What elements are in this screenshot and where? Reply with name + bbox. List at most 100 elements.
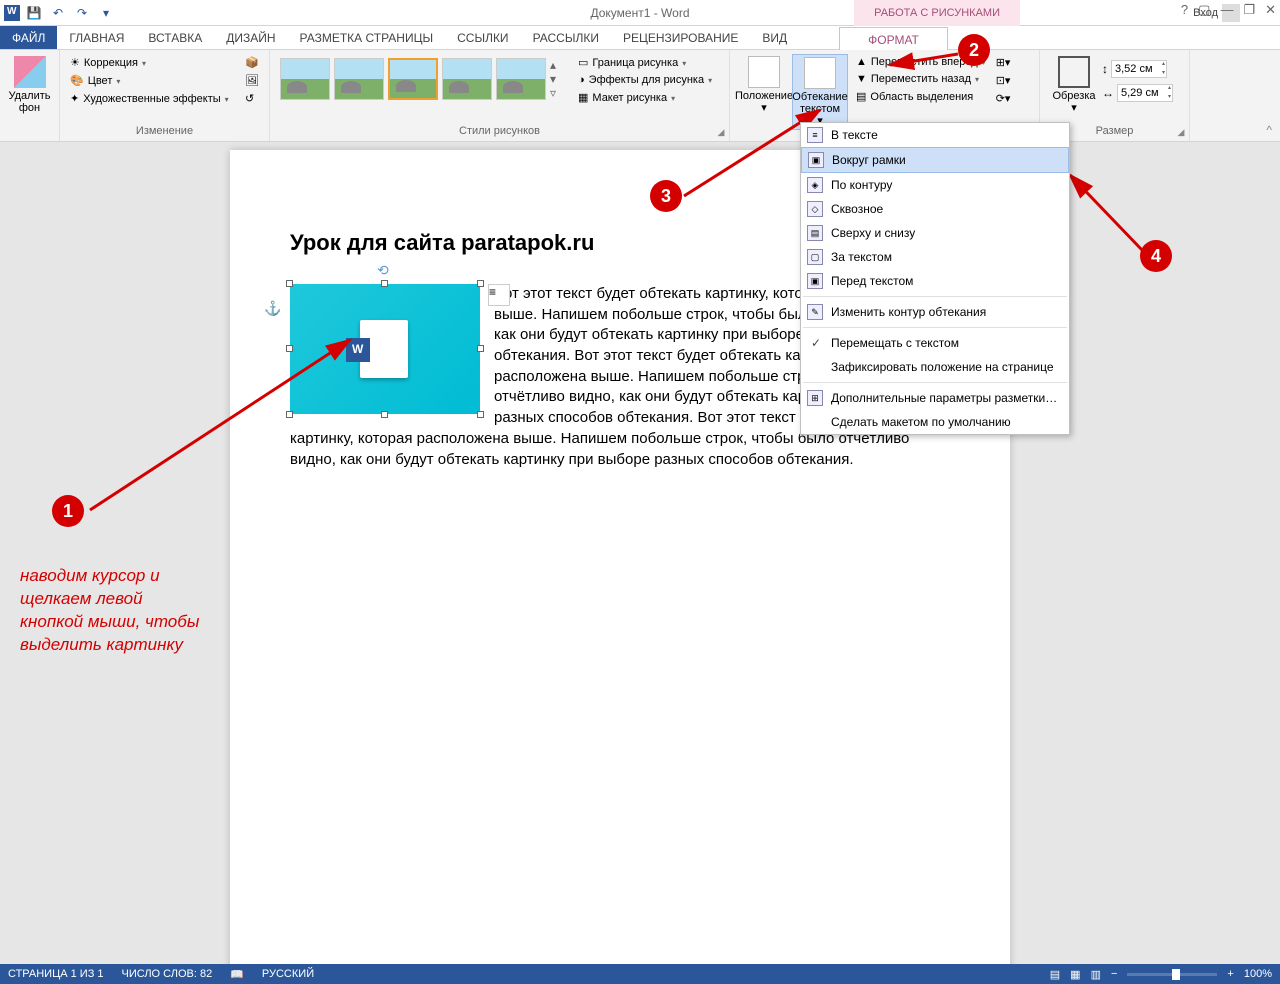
annotation-badge-1: 1 — [52, 495, 84, 527]
gallery-more-icon[interactable]: ▿ — [550, 86, 564, 100]
proofing-icon[interactable]: 📖 — [230, 968, 244, 981]
qat-customize-icon[interactable]: ▾ — [97, 4, 115, 22]
tab-home[interactable]: ГЛАВНАЯ — [57, 26, 136, 49]
zoom-slider[interactable] — [1127, 973, 1217, 976]
wrap-through-item[interactable]: ◇Сквозное — [801, 197, 1069, 221]
corrections-button[interactable]: ☀ Коррекция — [66, 54, 237, 71]
resize-handle[interactable] — [381, 411, 388, 418]
wrap-inline-icon: ≡ — [807, 127, 823, 143]
selection-pane-button[interactable]: ▤ Область выделения — [852, 88, 990, 105]
style-thumb[interactable] — [388, 58, 438, 100]
align-button[interactable]: ⊞▾ — [992, 54, 1015, 71]
wrap-behind-icon: ▢ — [807, 249, 823, 265]
wrap-front-item[interactable]: ▣Перед текстом — [801, 269, 1069, 293]
change-picture-icon[interactable]: 🖼 — [241, 72, 263, 89]
tab-review[interactable]: РЕЦЕНЗИРОВАНИЕ — [611, 26, 750, 49]
edit-wrap-points-item[interactable]: ✎Изменить контур обтекания — [801, 300, 1069, 324]
resize-handle[interactable] — [286, 280, 293, 287]
styles-dialog-launcher-icon[interactable]: ◢ — [715, 127, 727, 139]
tab-view[interactable]: ВИД — [750, 26, 799, 49]
rotate-button[interactable]: ⟳▾ — [992, 90, 1015, 107]
resize-handle[interactable] — [477, 411, 484, 418]
style-thumb[interactable] — [280, 58, 330, 100]
wrap-square-item[interactable]: ▣Вокруг рамки — [801, 147, 1069, 173]
tab-file[interactable]: ФАЙЛ — [0, 26, 57, 49]
set-default-layout-item[interactable]: Сделать макетом по умолчанию — [801, 410, 1069, 434]
save-icon[interactable]: 💾 — [25, 4, 43, 22]
more-options-icon: ⊞ — [807, 390, 823, 406]
artistic-effects-button[interactable]: ✦ Художественные эффекты — [66, 90, 237, 107]
zoom-in-icon[interactable]: + — [1227, 968, 1233, 980]
rotate-handle-icon[interactable]: ⟲ — [377, 262, 389, 279]
send-backward-button[interactable]: ▼ Переместить назад — [852, 71, 990, 87]
resize-handle[interactable] — [381, 280, 388, 287]
picture-styles-gallery[interactable]: ▴ ▾ ▿ — [276, 54, 568, 104]
width-input[interactable] — [1117, 84, 1173, 102]
fix-position-item[interactable]: Зафиксировать положение на странице — [801, 355, 1069, 379]
wrap-front-icon: ▣ — [807, 273, 823, 289]
resize-handle[interactable] — [286, 345, 293, 352]
status-word-count[interactable]: ЧИСЛО СЛОВ: 82 — [122, 968, 213, 980]
zoom-out-icon[interactable]: − — [1111, 968, 1117, 980]
width-icon: ↔ — [1102, 86, 1114, 100]
tab-design[interactable]: ДИЗАЙН — [214, 26, 287, 49]
size-dialog-launcher-icon[interactable]: ◢ — [1175, 127, 1187, 139]
style-thumb[interactable] — [496, 58, 546, 100]
maximize-icon[interactable]: ❐ — [1243, 2, 1255, 18]
tab-insert[interactable]: ВСТАВКА — [136, 26, 214, 49]
gallery-up-icon[interactable]: ▴ — [550, 58, 564, 72]
tab-page-layout[interactable]: РАЗМЕТКА СТРАНИЦЫ — [288, 26, 446, 49]
resize-handle[interactable] — [286, 411, 293, 418]
tab-format[interactable]: ФОРМАТ — [839, 27, 948, 50]
height-icon: ↕ — [1102, 62, 1108, 76]
tab-references[interactable]: ССЫЛКИ — [445, 26, 520, 49]
ribbon-display-icon[interactable]: ▢ — [1198, 2, 1210, 18]
redo-icon[interactable]: ↷ — [73, 4, 91, 22]
style-thumb[interactable] — [442, 58, 492, 100]
picture-border-button[interactable]: ▭ Граница рисунка — [574, 54, 716, 71]
picture-effects-button[interactable]: ◑ Эффекты для рисунка — [574, 72, 716, 88]
document-canvas[interactable]: Урок для сайта paratapok.ru ⟲ ⚓ ≡ Вот эт… — [0, 142, 1280, 964]
style-thumb[interactable] — [334, 58, 384, 100]
annotation-badge-3: 3 — [650, 180, 682, 212]
wrap-tight-item[interactable]: ◈По контуру — [801, 173, 1069, 197]
close-icon[interactable]: ✕ — [1265, 2, 1276, 18]
wrap-topbottom-icon: ▤ — [807, 225, 823, 241]
view-read-icon[interactable]: ▤ — [1050, 968, 1060, 981]
zoom-level[interactable]: 100% — [1244, 968, 1272, 980]
word-app-icon — [4, 5, 20, 21]
help-icon[interactable]: ? — [1181, 2, 1188, 18]
gallery-down-icon[interactable]: ▾ — [550, 72, 564, 86]
wrap-behind-item[interactable]: ▢За текстом — [801, 245, 1069, 269]
wrap-inline-item[interactable]: ≡В тексте — [801, 123, 1069, 147]
resize-handle[interactable] — [477, 345, 484, 352]
layout-options-icon[interactable]: ≡ — [488, 284, 510, 306]
move-with-text-item[interactable]: Перемещать с текстом — [801, 331, 1069, 355]
status-page[interactable]: СТРАНИЦА 1 ИЗ 1 — [8, 968, 104, 980]
reset-picture-icon[interactable]: ↺ — [241, 90, 263, 107]
crop-button[interactable]: Обрезка▾ — [1046, 54, 1102, 116]
crop-icon — [1058, 56, 1090, 88]
minimize-icon[interactable]: — — [1220, 2, 1233, 18]
status-language[interactable]: РУССКИЙ — [262, 968, 314, 980]
compress-pictures-icon[interactable]: 📦 — [241, 54, 263, 71]
picture-layout-button[interactable]: ▦ Макет рисунка — [574, 89, 716, 106]
selected-image[interactable]: ⟲ ⚓ ≡ — [290, 284, 480, 414]
ribbon: Удалить фон ☀ Коррекция 🎨 Цвет ✦ Художес… — [0, 50, 1280, 142]
resize-handle[interactable] — [477, 280, 484, 287]
wrap-topbottom-item[interactable]: ▤Сверху и снизу — [801, 221, 1069, 245]
remove-background-button[interactable]: Удалить фон — [6, 54, 53, 116]
undo-icon[interactable]: ↶ — [49, 4, 67, 22]
wrap-text-button[interactable]: Обтекание текстом▾ — [792, 54, 848, 130]
color-button[interactable]: 🎨 Цвет — [66, 72, 237, 89]
position-button[interactable]: Положение▾ — [736, 54, 792, 116]
more-layout-options-item[interactable]: ⊞Дополнительные параметры разметки… — [801, 386, 1069, 410]
group-label-styles: Стили рисунков — [276, 123, 723, 139]
view-web-icon[interactable]: ▥ — [1091, 968, 1101, 981]
collapse-ribbon-icon[interactable]: ^ — [1266, 123, 1272, 137]
tab-mailings[interactable]: РАССЫЛКИ — [521, 26, 611, 49]
view-print-icon[interactable]: ▦ — [1070, 968, 1080, 981]
height-input[interactable] — [1111, 60, 1167, 78]
group-label-adjust: Изменение — [66, 123, 263, 139]
group-button[interactable]: ⊡▾ — [992, 72, 1015, 89]
